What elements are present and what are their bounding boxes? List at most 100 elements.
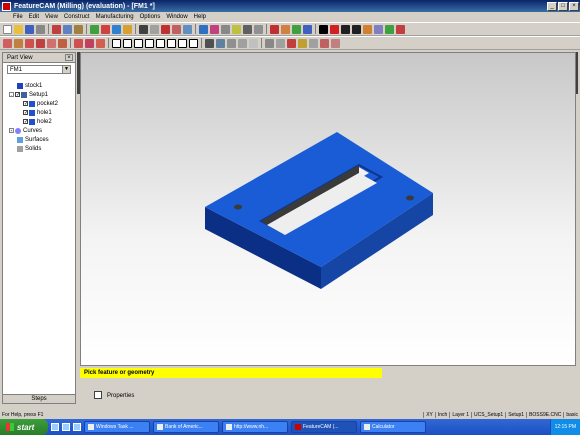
feature-checkbox[interactable]: ✓ [23,110,28,116]
menu-help[interactable]: Help [191,14,209,20]
view-top-icon[interactable] [199,24,208,34]
status-layer[interactable]: Layer 1 [449,411,471,418]
toolpath-icon[interactable] [281,24,290,34]
feature-checkbox[interactable]: ✓ [23,119,28,125]
menu-construct[interactable]: Construct [61,14,93,20]
ucs-icon[interactable] [216,38,225,48]
tree-item-setup1[interactable]: - ✓ Setup1 [9,90,48,99]
view-iso-icon[interactable] [232,24,241,34]
grid-snap-icon[interactable] [178,38,187,48]
close-button[interactable]: × [569,1,579,11]
play-icon[interactable] [330,24,339,34]
properties-label[interactable]: Properties [107,393,134,399]
chevron-down-icon[interactable]: ▼ [62,66,70,73]
tree-item-stock1[interactable]: stock1 [17,81,42,90]
pan-icon[interactable] [172,24,181,34]
feature-wizard-icon[interactable] [298,38,307,48]
maximize-button[interactable]: □ [558,1,568,11]
start-button[interactable]: start [0,419,48,435]
surface-icon[interactable] [74,38,83,48]
nc-code-icon[interactable] [363,24,372,34]
task-button[interactable]: Calculator [360,421,426,433]
stock-wizard-icon[interactable] [287,38,296,48]
options-icon[interactable] [385,24,394,34]
clock[interactable]: 12:15 PM [555,424,576,430]
mid-snap-icon[interactable] [134,38,143,48]
status-plane[interactable]: XY [423,411,435,418]
recognize-icon[interactable] [309,38,318,48]
view-right-icon[interactable] [221,24,230,34]
tool-icon[interactable] [374,24,383,34]
menu-manufacturing[interactable]: Manufacturing [93,14,137,20]
simulate-icon[interactable] [270,24,279,34]
menu-file[interactable]: File [10,14,26,20]
steps-button[interactable]: Steps [2,394,76,404]
wireframe-icon[interactable] [243,24,252,34]
dimension-icon[interactable] [96,38,105,48]
fast-forward-icon[interactable] [352,24,361,34]
stock-icon[interactable] [123,24,132,34]
shaded-icon[interactable] [254,24,263,34]
tangent-snap-icon[interactable] [167,38,176,48]
solid-icon[interactable] [85,38,94,48]
sim-mode-icon[interactable] [303,24,312,34]
app-icon[interactable] [2,1,11,11]
task-button-active[interactable]: FeatureCAM (... [291,421,357,433]
collapse-icon[interactable]: - [9,92,14,97]
graphics-viewport[interactable] [80,52,576,366]
delete-icon[interactable] [101,24,110,34]
measure-icon[interactable] [227,38,236,48]
properties-icon[interactable] [94,391,102,399]
setup-checkbox[interactable]: ✓ [15,92,20,98]
tree-item-solids[interactable]: Solids [17,144,41,153]
hide-icon[interactable] [238,38,247,48]
show-icon[interactable] [249,38,258,48]
select-all-icon[interactable] [265,38,274,48]
tree-item-hole2[interactable]: ✓ hole2 [23,117,52,126]
3d-sim-icon[interactable] [292,24,301,34]
status-setup[interactable]: Setup1 [505,411,526,418]
document-combo[interactable]: FM1 ▼ [7,65,71,74]
spline-icon[interactable] [47,38,56,48]
expand-icon[interactable]: + [9,128,14,133]
curve-icon[interactable] [36,38,45,48]
save-icon[interactable] [25,24,34,34]
filter-icon[interactable] [276,38,285,48]
status-units[interactable]: Inch [434,411,449,418]
stop-icon[interactable] [319,24,328,34]
rectangle-icon[interactable] [58,38,67,48]
center-snap-icon[interactable] [145,38,154,48]
quick-launch-icon[interactable] [73,423,81,431]
new-file-icon[interactable] [3,24,12,34]
step-icon[interactable] [341,24,350,34]
select-arrow-icon[interactable] [139,24,148,34]
menu-window[interactable]: Window [163,14,190,20]
point-snap-icon[interactable] [112,38,121,48]
tree-item-hole1[interactable]: ✓ hole1 [23,108,52,117]
cut-icon[interactable] [52,24,61,34]
rotate-icon[interactable] [183,24,192,34]
task-button[interactable]: Windows Task ... [84,421,150,433]
quick-launch-icon[interactable] [51,423,59,431]
intersect-snap-icon[interactable] [156,38,165,48]
view-front-icon[interactable] [210,24,219,34]
transform-icon[interactable] [320,38,329,48]
minimize-button[interactable]: _ [547,1,557,11]
feature-icon[interactable] [112,24,121,34]
mirror-icon[interactable] [331,38,340,48]
panel-close-icon[interactable]: × [65,54,73,61]
help-icon[interactable] [396,24,405,34]
circle-icon[interactable] [25,38,34,48]
copy-icon[interactable] [63,24,72,34]
menu-options[interactable]: Options [137,14,164,20]
print-icon[interactable] [36,24,45,34]
tree-item-surfaces[interactable]: Surfaces [17,135,49,144]
open-file-icon[interactable] [14,24,23,34]
perp-snap-icon[interactable] [189,38,198,48]
dropdown-icon[interactable] [150,24,159,34]
task-button[interactable]: http://www.nh... [222,421,288,433]
task-button[interactable]: Bank of Americ... [153,421,219,433]
feature-checkbox[interactable]: ✓ [23,101,28,107]
end-snap-icon[interactable] [123,38,132,48]
layer-icon[interactable] [205,38,214,48]
